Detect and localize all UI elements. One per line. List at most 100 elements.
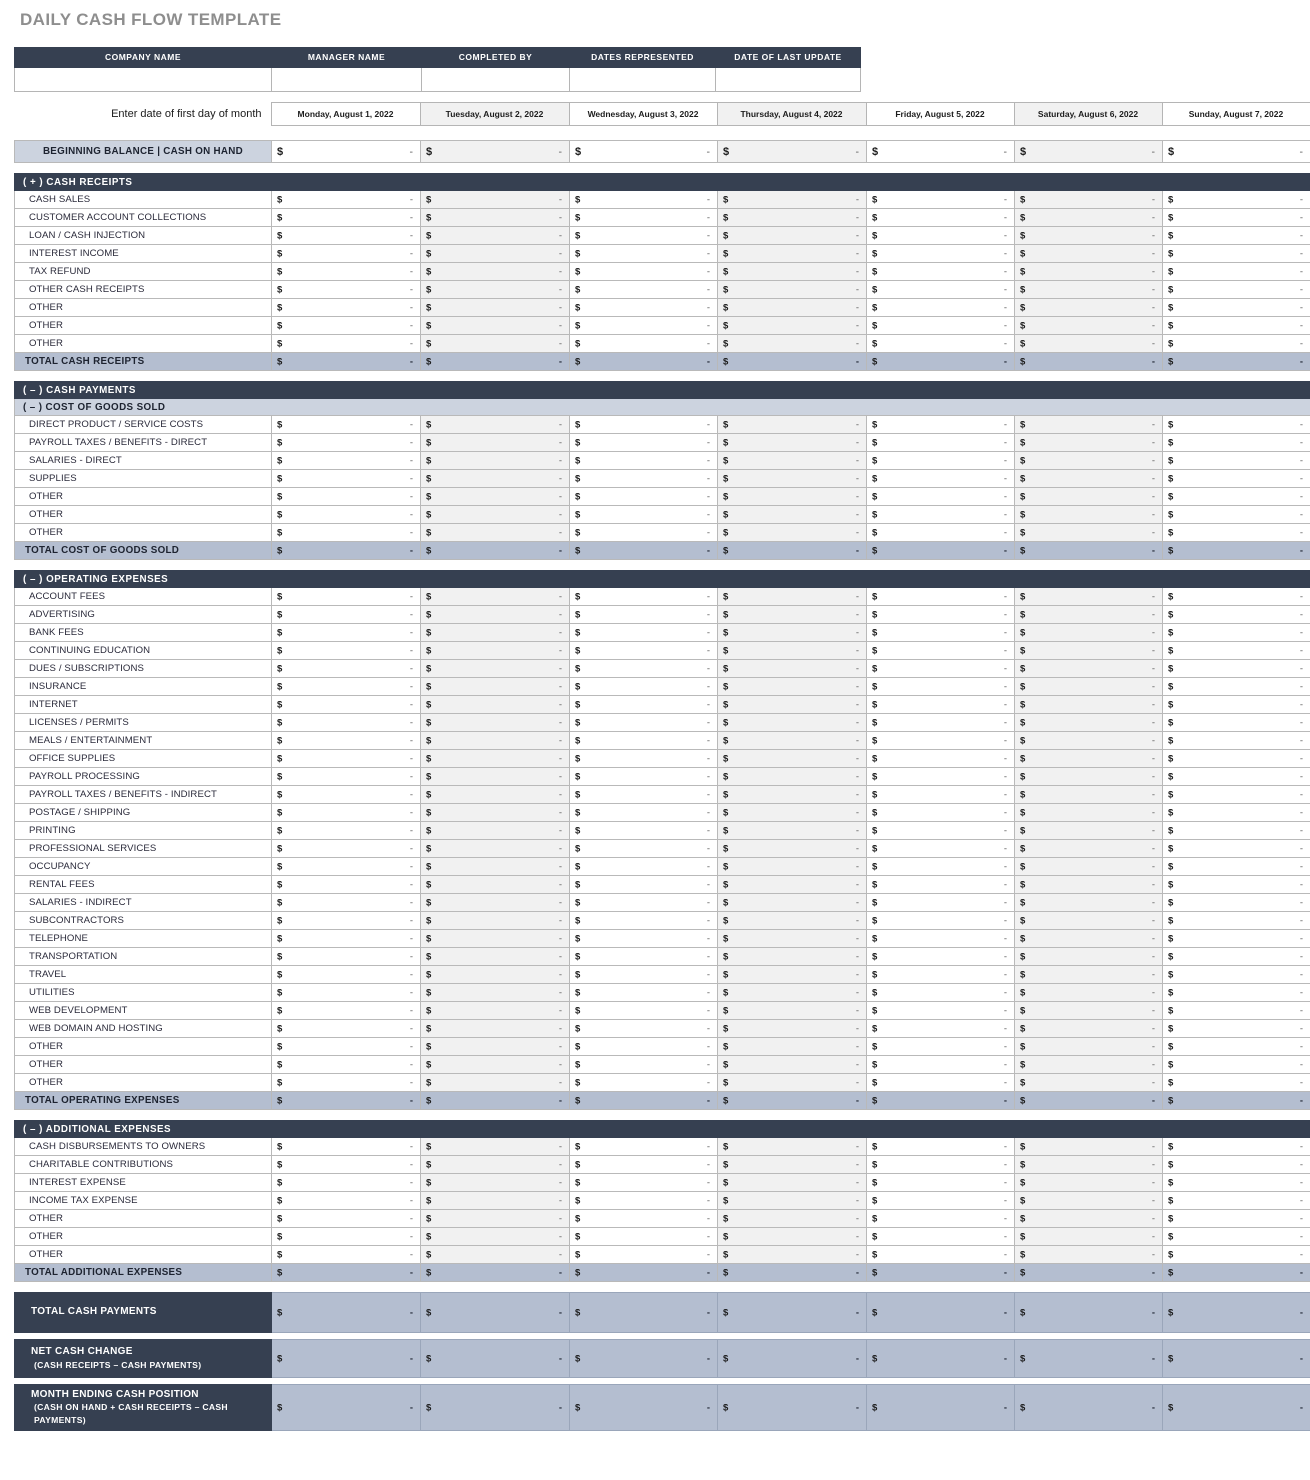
operating-expenses-row-7-cell-7[interactable]: $ -	[1162, 695, 1310, 714]
cost-of-goods-sold-row-2-cell-3[interactable]: $ -	[569, 433, 718, 452]
operating-expenses-row-7-cell-1[interactable]: $ -	[271, 695, 421, 714]
additional-expenses-row-4-cell-3[interactable]: $ -	[569, 1191, 718, 1210]
operating-expenses-row-4-cell-6[interactable]: $ -	[1014, 641, 1163, 660]
operating-expenses-row-18-cell-6[interactable]: $ -	[1014, 893, 1163, 912]
operating-expenses-total-cell-7[interactable]: $ -	[1162, 1091, 1310, 1110]
operating-expenses-row-26-cell-7[interactable]: $ -	[1162, 1037, 1310, 1056]
cost-of-goods-sold-row-6-cell-5[interactable]: $ -	[866, 505, 1015, 524]
operating-expenses-row-17-cell-7[interactable]: $ -	[1162, 875, 1310, 894]
cost-of-goods-sold-row-2-cell-1[interactable]: $ -	[271, 433, 421, 452]
additional-expenses-row-7-cell-5[interactable]: $ -	[866, 1245, 1015, 1264]
cost-of-goods-sold-row-6-cell-6[interactable]: $ -	[1014, 505, 1163, 524]
cash-receipts-row-4-cell-6[interactable]: $ -	[1014, 244, 1163, 263]
cost-of-goods-sold-total-cell-6[interactable]: $ -	[1014, 541, 1163, 560]
operating-expenses-row-18-cell-7[interactable]: $ -	[1162, 893, 1310, 912]
operating-expenses-row-14-cell-1[interactable]: $ -	[271, 821, 421, 840]
total-cash-payments-cell-2[interactable]: $ -	[420, 1292, 570, 1333]
operating-expenses-row-11-cell-2[interactable]: $ -	[420, 767, 570, 786]
operating-expenses-row-16-cell-6[interactable]: $ -	[1014, 857, 1163, 876]
additional-expenses-row-1-cell-3[interactable]: $ -	[569, 1137, 718, 1156]
cash-receipts-row-6-cell-7[interactable]: $ -	[1162, 280, 1310, 299]
additional-expenses-row-6-cell-4[interactable]: $ -	[717, 1227, 867, 1246]
operating-expenses-row-8-cell-3[interactable]: $ -	[569, 713, 718, 732]
operating-expenses-row-3-cell-7[interactable]: $ -	[1162, 623, 1310, 642]
cash-receipts-total-cell-2[interactable]: $ -	[420, 352, 570, 371]
operating-expenses-row-27-cell-5[interactable]: $ -	[866, 1055, 1015, 1074]
cost-of-goods-sold-row-7-cell-7[interactable]: $ -	[1162, 523, 1310, 542]
operating-expenses-row-21-cell-2[interactable]: $ -	[420, 947, 570, 966]
cash-receipts-row-7-cell-1[interactable]: $ -	[271, 298, 421, 317]
cost-of-goods-sold-row-6-cell-2[interactable]: $ -	[420, 505, 570, 524]
operating-expenses-row-25-cell-2[interactable]: $ -	[420, 1019, 570, 1038]
cash-receipts-row-2-cell-1[interactable]: $ -	[271, 208, 421, 227]
operating-expenses-total-cell-2[interactable]: $ -	[420, 1091, 570, 1110]
operating-expenses-row-14-cell-7[interactable]: $ -	[1162, 821, 1310, 840]
operating-expenses-row-4-cell-4[interactable]: $ -	[717, 641, 867, 660]
cost-of-goods-sold-row-5-cell-4[interactable]: $ -	[717, 487, 867, 506]
operating-expenses-row-24-cell-6[interactable]: $ -	[1014, 1001, 1163, 1020]
operating-expenses-row-2-cell-2[interactable]: $ -	[420, 605, 570, 624]
total-cash-payments-cell-3[interactable]: $ -	[569, 1292, 718, 1333]
cash-receipts-row-8-cell-4[interactable]: $ -	[717, 316, 867, 335]
operating-expenses-row-19-cell-1[interactable]: $ -	[271, 911, 421, 930]
cost-of-goods-sold-total-cell-3[interactable]: $ -	[569, 541, 718, 560]
additional-expenses-row-1-cell-1[interactable]: $ -	[271, 1137, 421, 1156]
additional-expenses-row-2-cell-4[interactable]: $ -	[717, 1155, 867, 1174]
cost-of-goods-sold-row-2-cell-4[interactable]: $ -	[717, 433, 867, 452]
additional-expenses-row-1-cell-5[interactable]: $ -	[866, 1137, 1015, 1156]
cash-receipts-row-6-cell-5[interactable]: $ -	[866, 280, 1015, 299]
cash-receipts-row-6-cell-3[interactable]: $ -	[569, 280, 718, 299]
operating-expenses-row-23-cell-5[interactable]: $ -	[866, 983, 1015, 1002]
operating-expenses-row-25-cell-5[interactable]: $ -	[866, 1019, 1015, 1038]
total-cash-payments-cell-6[interactable]: $ -	[1014, 1292, 1163, 1333]
additional-expenses-row-4-cell-7[interactable]: $ -	[1162, 1191, 1310, 1210]
cash-receipts-row-3-cell-4[interactable]: $ -	[717, 226, 867, 245]
cash-receipts-row-8-cell-5[interactable]: $ -	[866, 316, 1015, 335]
additional-expenses-row-2-cell-5[interactable]: $ -	[866, 1155, 1015, 1174]
operating-expenses-row-11-cell-3[interactable]: $ -	[569, 767, 718, 786]
operating-expenses-row-13-cell-2[interactable]: $ -	[420, 803, 570, 822]
cost-of-goods-sold-row-7-cell-1[interactable]: $ -	[271, 523, 421, 542]
operating-expenses-row-11-cell-7[interactable]: $ -	[1162, 767, 1310, 786]
additional-expenses-row-6-cell-7[interactable]: $ -	[1162, 1227, 1310, 1246]
cost-of-goods-sold-row-3-cell-2[interactable]: $ -	[420, 451, 570, 470]
additional-expenses-row-2-cell-6[interactable]: $ -	[1014, 1155, 1163, 1174]
operating-expenses-row-16-cell-7[interactable]: $ -	[1162, 857, 1310, 876]
cash-receipts-row-5-cell-5[interactable]: $ -	[866, 262, 1015, 281]
cost-of-goods-sold-row-1-cell-3[interactable]: $ -	[569, 415, 718, 434]
operating-expenses-row-10-cell-3[interactable]: $ -	[569, 749, 718, 768]
operating-expenses-row-11-cell-5[interactable]: $ -	[866, 767, 1015, 786]
additional-expenses-total-cell-4[interactable]: $ -	[717, 1263, 867, 1282]
operating-expenses-row-7-cell-2[interactable]: $ -	[420, 695, 570, 714]
cash-receipts-row-6-cell-1[interactable]: $ -	[271, 280, 421, 299]
additional-expenses-row-7-cell-7[interactable]: $ -	[1162, 1245, 1310, 1264]
operating-expenses-row-15-cell-7[interactable]: $ -	[1162, 839, 1310, 858]
operating-expenses-row-23-cell-1[interactable]: $ -	[271, 983, 421, 1002]
cost-of-goods-sold-row-4-cell-6[interactable]: $ -	[1014, 469, 1163, 488]
additional-expenses-row-5-cell-4[interactable]: $ -	[717, 1209, 867, 1228]
additional-expenses-row-1-cell-2[interactable]: $ -	[420, 1137, 570, 1156]
operating-expenses-row-15-cell-4[interactable]: $ -	[717, 839, 867, 858]
net-cash-change-cell-6[interactable]: $ -	[1014, 1339, 1163, 1378]
net-cash-change-cell-1[interactable]: $ -	[271, 1339, 421, 1378]
cash-receipts-row-7-cell-3[interactable]: $ -	[569, 298, 718, 317]
cash-receipts-row-4-cell-5[interactable]: $ -	[866, 244, 1015, 263]
date-cell-6[interactable]: Saturday, August 6, 2022	[1013, 102, 1163, 126]
additional-expenses-row-4-cell-4[interactable]: $ -	[717, 1191, 867, 1210]
cash-receipts-row-5-cell-1[interactable]: $ -	[271, 262, 421, 281]
additional-expenses-row-1-cell-4[interactable]: $ -	[717, 1137, 867, 1156]
cash-receipts-total-cell-4[interactable]: $ -	[717, 352, 867, 371]
operating-expenses-row-17-cell-6[interactable]: $ -	[1014, 875, 1163, 894]
completed-by-input[interactable]	[421, 67, 570, 92]
month-ending-cash-position-cell-2[interactable]: $ -	[420, 1384, 570, 1431]
operating-expenses-row-28-cell-3[interactable]: $ -	[569, 1073, 718, 1092]
cash-receipts-row-9-cell-2[interactable]: $ -	[420, 334, 570, 353]
operating-expenses-row-17-cell-2[interactable]: $ -	[420, 875, 570, 894]
operating-expenses-row-15-cell-1[interactable]: $ -	[271, 839, 421, 858]
cash-receipts-row-3-cell-2[interactable]: $ -	[420, 226, 570, 245]
additional-expenses-row-4-cell-2[interactable]: $ -	[420, 1191, 570, 1210]
beginning-balance-cell-1[interactable]: $ -	[271, 140, 421, 163]
operating-expenses-row-9-cell-2[interactable]: $ -	[420, 731, 570, 750]
operating-expenses-row-12-cell-1[interactable]: $ -	[271, 785, 421, 804]
total-cash-payments-cell-1[interactable]: $ -	[271, 1292, 421, 1333]
